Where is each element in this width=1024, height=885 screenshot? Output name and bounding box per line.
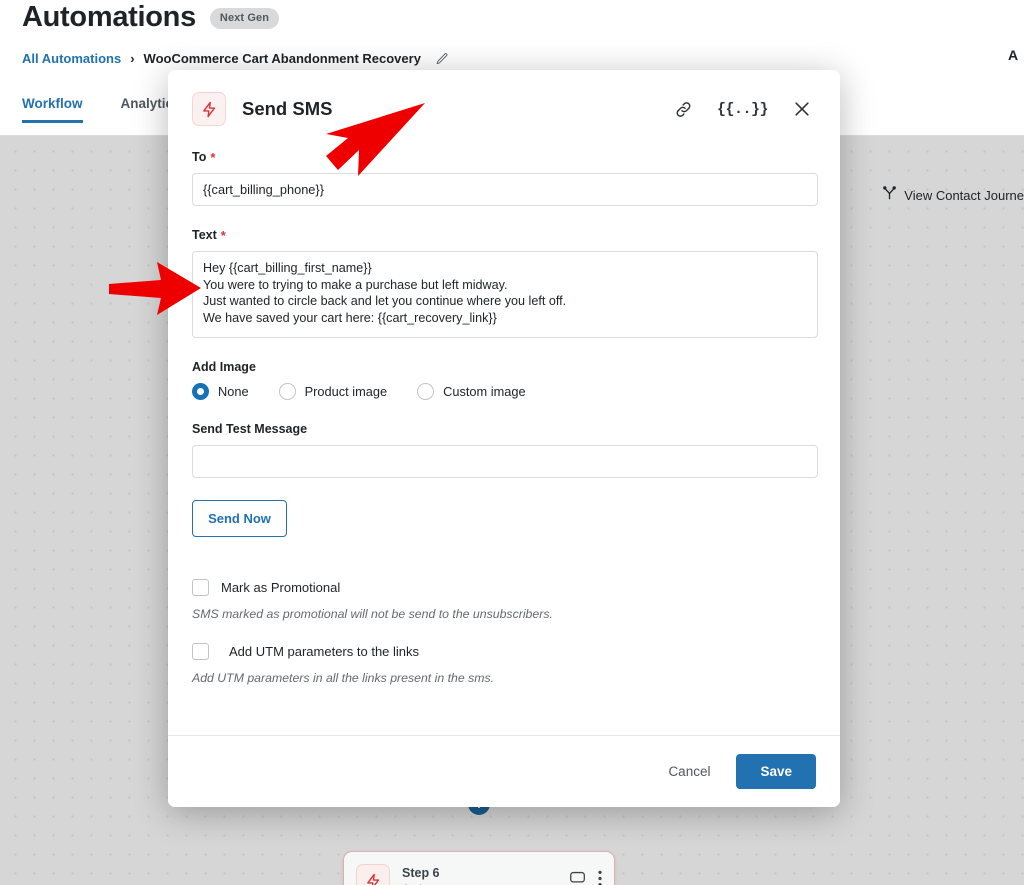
page-title: Automations <box>22 1 196 33</box>
add-image-radio-group: None Product image Custom image <box>192 383 816 400</box>
merge-tag-icon[interactable]: {{..}} <box>717 101 769 118</box>
view-contact-journey-label: View Contact Journe <box>904 187 1024 203</box>
lightning-icon <box>192 92 226 126</box>
send-now-button[interactable]: Send Now <box>192 500 287 537</box>
next-gen-badge: Next Gen <box>209 7 280 29</box>
topright-truncated-text: A <box>1008 47 1019 63</box>
mark-promotional-label: Mark as Promotional <box>221 580 341 595</box>
to-field-label: To * <box>192 150 816 164</box>
radio-product-image-indicator <box>278 383 296 400</box>
send-now-label: Send Now <box>208 511 271 526</box>
text-label-text: Text <box>192 228 217 242</box>
breadcrumb-separator-icon: › <box>130 51 135 66</box>
modal-header: Send SMS {{..}} <box>168 70 840 132</box>
radio-product-image-label: Product image <box>304 384 388 399</box>
tab-bar: Workflow Analytics <box>22 96 181 123</box>
text-field-label: Text * <box>192 228 816 242</box>
mark-promotional-checkbox[interactable] <box>192 579 209 596</box>
lightning-icon <box>356 864 390 885</box>
send-test-message-label: Send Test Message <box>192 422 308 436</box>
text-textarea[interactable]: Hey {{cart_billing_first_name}} You were… <box>192 251 818 338</box>
modal-footer: Cancel Save <box>168 735 840 807</box>
app-screen: View Contact Journe + Step 6 Action <box>0 0 1024 885</box>
add-image-label: Add Image <box>192 360 256 374</box>
radio-none-label: None <box>218 384 249 399</box>
step-title: Step 6 <box>402 866 440 880</box>
add-utm-helper: Add UTM parameters in all the links pres… <box>192 671 495 685</box>
save-button[interactable]: Save <box>736 754 816 789</box>
pencil-icon[interactable] <box>435 52 449 66</box>
comment-icon[interactable] <box>569 870 586 885</box>
close-icon[interactable] <box>792 99 812 119</box>
workflow-step-node[interactable]: Step 6 Action <box>343 851 615 885</box>
kebab-menu-icon[interactable] <box>598 870 602 885</box>
to-input[interactable]: {{cart_billing_phone}} <box>192 173 818 206</box>
tab-workflow-label: Workflow <box>22 96 83 111</box>
modal-title: Send SMS <box>242 98 333 119</box>
link-icon[interactable] <box>674 100 693 119</box>
add-utm-label: Add UTM parameters to the links <box>229 644 420 659</box>
mark-promotional-row[interactable]: Mark as Promotional <box>192 579 816 596</box>
radio-custom-image-label: Custom image <box>443 384 526 399</box>
radio-none-indicator <box>192 383 209 400</box>
radio-custom-image[interactable]: Custom image <box>417 383 540 400</box>
modal-header-actions: {{..}} <box>674 99 816 119</box>
add-utm-row[interactable]: Add UTM parameters to the links <box>192 643 816 660</box>
branch-icon <box>882 186 897 204</box>
text-required-marker: * <box>220 227 226 243</box>
step-actions <box>569 870 602 885</box>
radio-none[interactable]: None <box>192 383 263 400</box>
cancel-button[interactable]: Cancel <box>664 756 714 787</box>
to-label-text: To <box>192 150 207 164</box>
modal-body: To * {{cart_billing_phone}} Text * Hey {… <box>168 132 840 735</box>
add-utm-checkbox[interactable] <box>192 643 209 660</box>
to-required-marker: * <box>210 149 216 165</box>
send-test-message-input[interactable] <box>192 445 818 478</box>
to-input-value: {{cart_billing_phone}} <box>203 182 324 197</box>
breadcrumb: All Automations › WooCommerce Cart Aband… <box>22 51 449 66</box>
breadcrumb-current: WooCommerce Cart Abandonment Recovery <box>143 51 421 66</box>
breadcrumb-all-automations[interactable]: All Automations <box>22 51 121 66</box>
send-sms-modal: Send SMS {{..}} To * {{cart_billing_phon… <box>168 70 840 807</box>
mark-promotional-helper: SMS marked as promotional will not be se… <box>192 607 553 621</box>
title-row: Automations Next Gen <box>22 0 280 34</box>
radio-custom-image-indicator <box>417 383 435 400</box>
view-contact-journey-button[interactable]: View Contact Journe <box>882 186 1024 204</box>
radio-product-image[interactable]: Product image <box>278 383 402 400</box>
tab-workflow[interactable]: Workflow <box>22 96 83 123</box>
step-text-group: Step 6 Action <box>402 866 557 885</box>
